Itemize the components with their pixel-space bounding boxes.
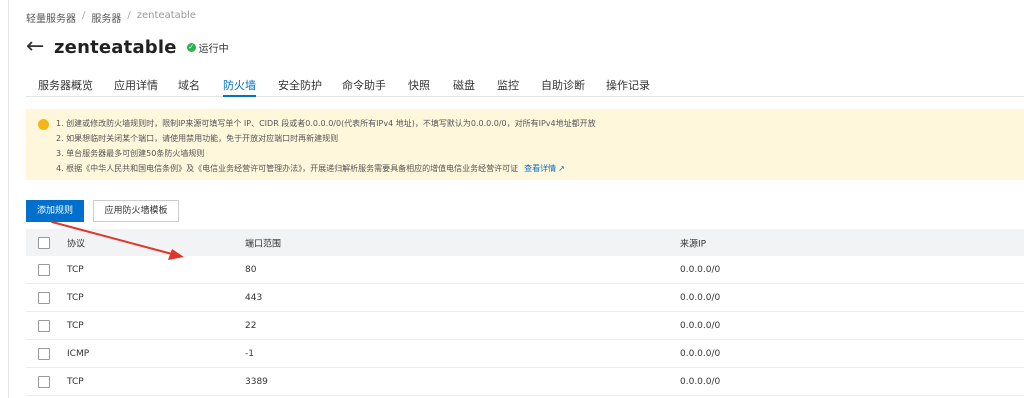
cell-source-ip: 0.0.0.0/0 <box>680 348 721 359</box>
cell-port-range: 443 <box>245 292 263 303</box>
page-header: ← zenteatable ✓ 运行中 <box>26 36 229 58</box>
cell-protocol: TCP <box>67 320 84 331</box>
notice-line-4: 4. 根据《中华人民共和国电信条例》及《电信业务经营许可管理办法》，开展递归解析… <box>56 163 565 174</box>
cell-port-range: 22 <box>245 320 257 331</box>
check-circle-icon: ✓ <box>186 42 196 52</box>
notice-line-1: 1. 创建或修改防火墙规则时，限制IP来源可填写单个 IP、CIDR 段或者0.… <box>56 119 596 128</box>
notice-line-3: 3. 单台服务器最多可创建50条防火墙规则 <box>56 149 205 158</box>
cell-protocol: TCP <box>67 292 84 303</box>
cell-source-ip: 0.0.0.0/0 <box>680 264 721 275</box>
cell-port-range: 80 <box>245 264 257 275</box>
notice-line-4-text: 4. 根据《中华人民共和国电信条例》及《电信业务经营许可管理办法》，开展递归解析… <box>56 164 519 173</box>
row-checkbox[interactable] <box>38 347 50 360</box>
tab-bar: 服务器概览 应用详情 域名 防火墙 安全防护 命令助手 快照 磁盘 监控 自助诊… <box>26 73 1024 97</box>
breadcrumb-item-current: zenteatable <box>136 10 197 21</box>
notice-line-2: 2. 如果想临时关闭某个端口，请使用禁用功能，免于开放对应端口时再新建规则 <box>56 134 339 143</box>
table-row: TCP 3389 0.0.0.0/0 <box>26 368 1024 396</box>
table-row: TCP 443 0.0.0.0/0 <box>26 284 1024 312</box>
tab-snapshot[interactable]: 快照 <box>408 77 430 97</box>
table-row: TCP 22 0.0.0.0/0 <box>26 312 1024 340</box>
warning-icon <box>38 119 49 130</box>
page-title: zenteatable <box>54 36 177 58</box>
tab-app-details[interactable]: 应用详情 <box>114 77 158 97</box>
breadcrumb-item-lightweight-server[interactable]: 轻量服务器 <box>26 10 76 25</box>
row-checkbox[interactable] <box>38 263 50 276</box>
tab-firewall[interactable]: 防火墙 <box>223 77 256 97</box>
apply-firewall-template-button[interactable]: 应用防火墙模板 <box>93 200 179 222</box>
view-details-link[interactable]: 查看详情 <box>524 164 556 173</box>
add-rule-button[interactable]: 添加规则 <box>26 200 84 222</box>
left-border <box>8 0 9 398</box>
column-header-port-range: 端口范围 <box>245 239 282 249</box>
column-header-source-ip: 来源IP <box>680 239 707 249</box>
cell-protocol: TCP <box>67 264 84 275</box>
tab-operation-log[interactable]: 操作记录 <box>606 77 650 97</box>
cell-source-ip: 0.0.0.0/0 <box>680 320 721 331</box>
row-checkbox[interactable] <box>38 319 50 332</box>
table-header: 协议 端口范围 来源IP <box>26 229 1024 256</box>
firewall-rules-table: 协议 端口范围 来源IP TCP 80 0.0.0.0/0 TCP 443 0.… <box>26 229 1024 396</box>
row-checkbox[interactable] <box>38 375 50 388</box>
external-link-icon[interactable]: ↗ <box>558 164 565 173</box>
tab-self-diagnosis[interactable]: 自助诊断 <box>541 77 585 97</box>
tab-disk[interactable]: 磁盘 <box>453 77 475 97</box>
breadcrumb-item-server[interactable]: 服务器 <box>91 10 121 25</box>
table-row: ICMP -1 0.0.0.0/0 <box>26 340 1024 368</box>
tab-domain[interactable]: 域名 <box>178 77 200 97</box>
tab-monitoring[interactable]: 监控 <box>497 77 519 97</box>
cell-source-ip: 0.0.0.0/0 <box>680 292 721 303</box>
tab-server-overview[interactable]: 服务器概览 <box>38 77 93 97</box>
breadcrumb-separator: / <box>82 10 86 21</box>
table-row: TCP 80 0.0.0.0/0 <box>26 256 1024 284</box>
breadcrumb: 轻量服务器 / 服务器 / zenteatable <box>26 10 196 25</box>
select-all-checkbox[interactable] <box>38 236 50 249</box>
tab-security[interactable]: 安全防护 <box>278 77 322 97</box>
cell-port-range: 3389 <box>245 376 268 387</box>
status-badge: ✓ 运行中 <box>186 40 229 55</box>
back-arrow-icon[interactable]: ← <box>26 36 48 58</box>
tab-command-assistant[interactable]: 命令助手 <box>342 77 386 97</box>
cell-protocol: TCP <box>67 376 84 387</box>
cell-source-ip: 0.0.0.0/0 <box>680 376 721 387</box>
notice-banner: 1. 创建或修改防火墙规则时，限制IP来源可填写单个 IP、CIDR 段或者0.… <box>26 109 1024 180</box>
status-text: 运行中 <box>198 43 229 55</box>
row-checkbox[interactable] <box>38 291 50 304</box>
column-header-protocol: 协议 <box>67 239 86 249</box>
cell-protocol: ICMP <box>67 348 90 359</box>
cell-port-range: -1 <box>245 348 254 359</box>
breadcrumb-separator: / <box>127 10 131 21</box>
